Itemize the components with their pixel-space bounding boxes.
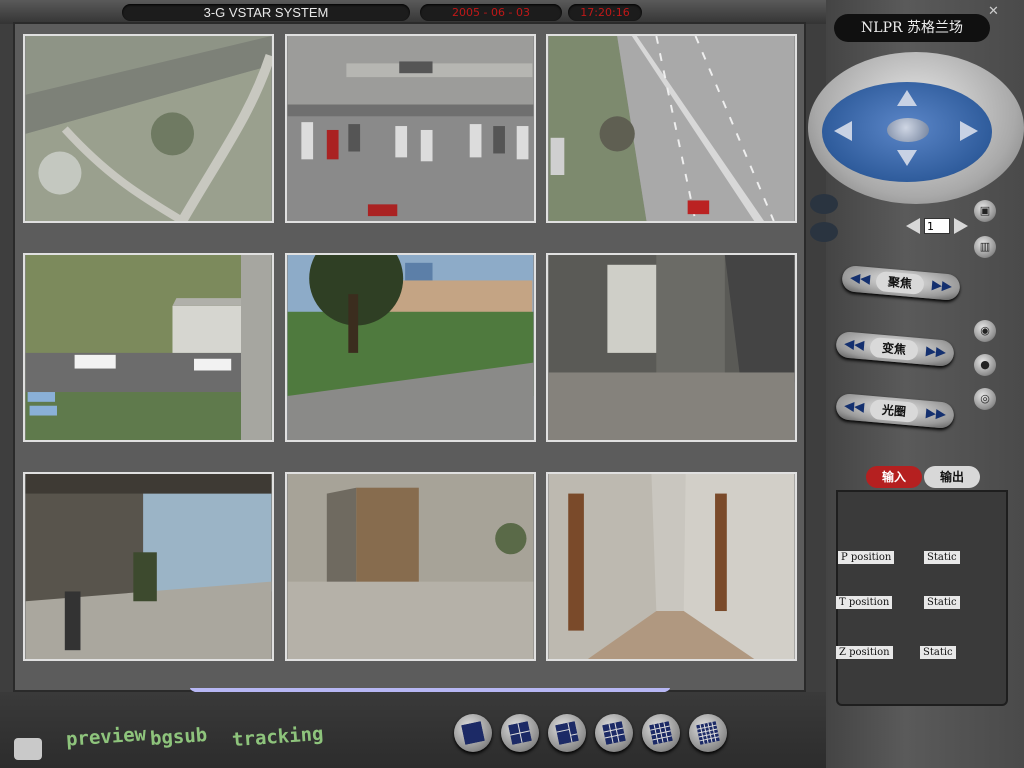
focus-minus-icon[interactable]: ◀◀ <box>850 271 871 288</box>
tab-input[interactable]: 输入 <box>866 466 922 488</box>
save-icon[interactable]: ▣ <box>974 200 996 222</box>
camera-view-9[interactable] <box>546 472 797 661</box>
time-display: 17:20:16 <box>568 4 642 21</box>
p-position-label: P position <box>838 551 895 564</box>
layout-3x3-icon <box>602 721 626 745</box>
camera-view-8[interactable] <box>285 472 536 661</box>
lock-icon[interactable] <box>14 738 42 760</box>
layout-2x2-button[interactable] <box>501 714 539 752</box>
iris-minus-icon[interactable]: ◀◀ <box>844 399 865 416</box>
layout-1x1-icon <box>461 721 485 745</box>
iris-label: 光圈 <box>869 398 919 423</box>
layout-1x1-button[interactable] <box>454 714 492 752</box>
ptz-left-icon[interactable] <box>834 121 852 141</box>
record-icon[interactable]: ● <box>974 354 996 376</box>
t-position-label: T position <box>836 596 893 609</box>
layout-split-button[interactable] <box>548 714 586 752</box>
snapshot-icon[interactable]: ◎ <box>974 388 996 410</box>
video-wall <box>13 22 806 692</box>
close-icon[interactable]: ✕ <box>988 4 1018 22</box>
z-position-label: Z position <box>836 646 893 659</box>
camera-feed-hallway <box>548 474 795 659</box>
camera-icon[interactable]: ◉ <box>974 320 996 342</box>
camera-view-7[interactable] <box>23 472 274 661</box>
layout-4x4-icon <box>649 721 673 745</box>
ptz-center-button[interactable] <box>887 118 929 142</box>
camera-grid <box>23 34 798 677</box>
delete-icon[interactable]: ▥ <box>974 236 996 258</box>
camera-view-2[interactable] <box>285 34 536 223</box>
camera-feed-corridor-door <box>548 255 795 440</box>
camera-feed-aerial-park <box>25 36 272 221</box>
layout-2x2-icon <box>508 721 532 745</box>
focus-plus-icon[interactable]: ▶▶ <box>931 278 952 295</box>
p-position-value: Static <box>924 551 960 564</box>
focus-label: 聚焦 <box>875 270 925 295</box>
iris-plus-icon[interactable]: ▶▶ <box>925 406 946 423</box>
ptz-up-icon[interactable] <box>897 90 917 106</box>
ptz-down-icon[interactable] <box>897 150 917 166</box>
io-tabs: 输入 输出 <box>866 466 984 490</box>
layout-5x5-button[interactable] <box>689 714 727 752</box>
zoom-label: 变焦 <box>869 336 919 361</box>
indicator-dot <box>810 194 838 214</box>
brand-label: NLPR 苏格兰场 <box>834 14 990 42</box>
camera-feed-green-field <box>287 255 534 440</box>
camera-feed-wooden-door <box>287 474 534 659</box>
z-position-value: Static <box>920 646 956 659</box>
layout-3x3-button[interactable] <box>595 714 633 752</box>
page-next-icon[interactable] <box>954 218 968 234</box>
mode-bgsub-button[interactable]: bgsub <box>149 724 208 750</box>
tab-output[interactable]: 输出 <box>924 466 980 488</box>
zoom-minus-icon[interactable]: ◀◀ <box>844 337 865 354</box>
camera-feed-building-lawn <box>25 255 272 440</box>
preset-number-input[interactable]: 1 <box>924 218 950 234</box>
app-title: 3-G VSTAR SYSTEM <box>122 4 410 21</box>
camera-feed-lobby <box>25 474 272 659</box>
camera-view-3[interactable] <box>546 34 797 223</box>
camera-view-6[interactable] <box>546 253 797 442</box>
camera-feed-road <box>548 36 795 221</box>
layout-5x5-icon <box>696 721 720 745</box>
date-display: 2005 - 06 - 03 <box>420 4 562 21</box>
page-prev-icon[interactable] <box>906 218 920 234</box>
camera-feed-parking-lot <box>287 36 534 221</box>
zoom-plus-icon[interactable]: ▶▶ <box>925 344 946 361</box>
camera-view-1[interactable] <box>23 34 274 223</box>
layout-split-icon <box>555 721 579 745</box>
camera-view-4[interactable] <box>23 253 274 442</box>
indicator-dot <box>810 222 838 242</box>
t-position-value: Static <box>924 596 960 609</box>
camera-view-5[interactable] <box>285 253 536 442</box>
ptz-right-icon[interactable] <box>960 121 978 141</box>
layout-4x4-button[interactable] <box>642 714 680 752</box>
